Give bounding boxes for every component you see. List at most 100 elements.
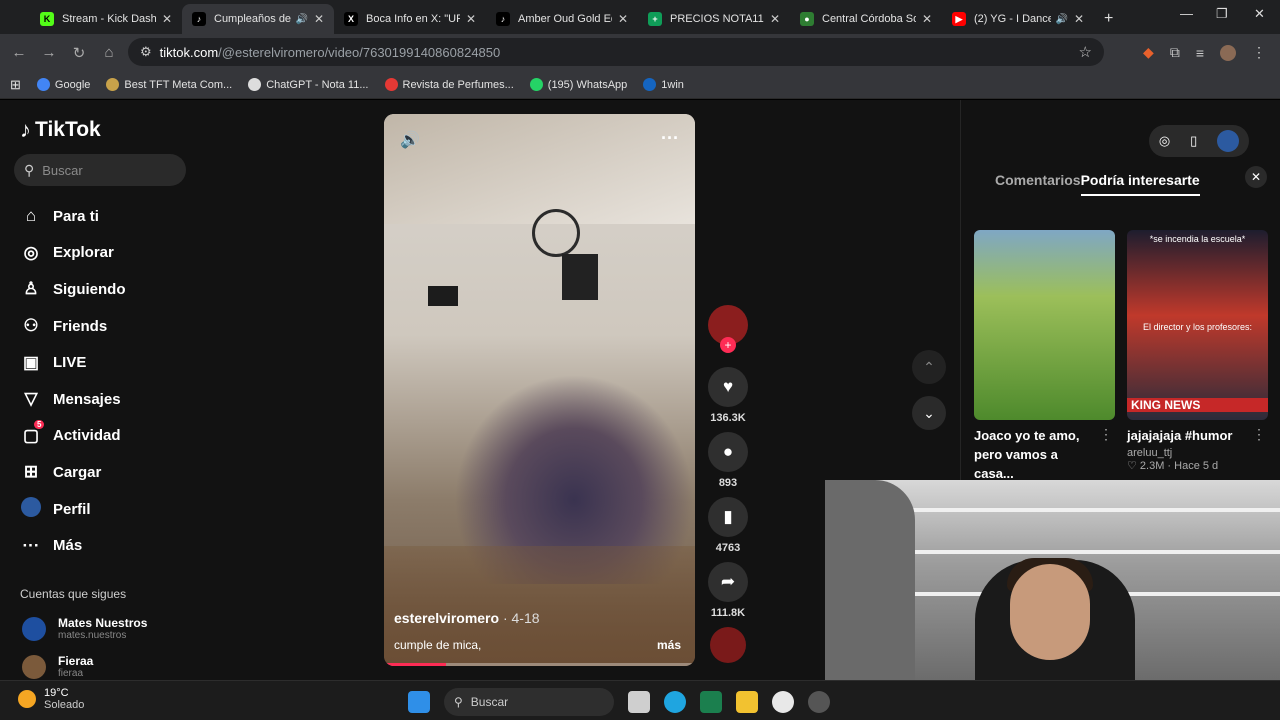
bookmark-item[interactable]: 1win [643, 78, 684, 91]
back-icon[interactable]: ← [4, 44, 34, 61]
next-video-button[interactable]: ⌄ [912, 396, 946, 430]
speaker-icon[interactable]: 🔊 [1055, 14, 1067, 25]
sidebar-item-mas[interactable]: ··· Más [0, 527, 200, 564]
save-button[interactable]: ▮ [708, 497, 748, 537]
reload-icon[interactable]: ↻ [64, 44, 94, 62]
taskbar-search[interactable]: ⚲ Buscar [444, 688, 614, 716]
profile-icon [20, 496, 42, 522]
forward-icon[interactable]: → [34, 44, 64, 61]
profile-avatar-icon[interactable] [1220, 44, 1236, 61]
close-tab-icon[interactable]: ✕ [618, 12, 628, 26]
sidebar-item-siguiendo[interactable]: ♙ Siguiendo [0, 271, 200, 308]
upload-icon: ⊞ [23, 462, 39, 482]
share-button[interactable]: ➦ [708, 562, 748, 602]
card-stats: 2.3M · Hace 5 d [1139, 460, 1219, 472]
tab-podria-interesarte[interactable]: Podría interesarte [1080, 172, 1200, 196]
close-tab-icon[interactable]: ✕ [770, 12, 780, 26]
tft-icon [106, 78, 120, 91]
home-icon: ⌂ [25, 206, 37, 226]
speaker-icon[interactable]: 🔊 [295, 14, 307, 25]
apps-grid-icon[interactable]: ⊞ [10, 77, 21, 93]
sidebar-item-friends[interactable]: ⚇ Friends [0, 308, 200, 345]
bookmark-star-icon[interactable]: ☆ [1079, 43, 1092, 61]
task-view-icon[interactable] [628, 691, 650, 713]
bookmark-item[interactable]: (195) WhatsApp [529, 78, 627, 91]
recommended-video-card[interactable]: Joaco yo te amo, pero vamos a casa... ⋮ … [974, 230, 1115, 497]
browser-tab[interactable]: X Boca Info en X: "URG ✕ [334, 4, 486, 34]
browser-tab[interactable]: + PRECIOS NOTA11 - 2 ✕ [638, 4, 790, 34]
close-tab-icon[interactable]: ✕ [314, 12, 324, 26]
sidebar-item-mensajes[interactable]: ▽ Mensajes [0, 381, 200, 418]
tab-comentarios[interactable]: Comentarios [995, 172, 1081, 196]
browser-tab[interactable]: ♪ Amber Oud Gold Edi ✕ [486, 4, 638, 34]
close-tab-icon[interactable]: ✕ [466, 12, 476, 26]
bookmark-item[interactable]: Revista de Perfumes... [384, 78, 514, 91]
followed-account[interactable]: Mates Nuestros mates.nuestros [22, 616, 147, 641]
video-thumbnail[interactable] [974, 230, 1115, 420]
previous-video-button[interactable]: ⌃ [912, 350, 946, 384]
followed-account[interactable]: Fieraa fieraa [22, 654, 93, 679]
search-input[interactable]: ⚲ Buscar [14, 154, 186, 186]
more-options-icon[interactable]: ··· [661, 128, 679, 149]
close-panel-button[interactable]: ✕ [1245, 166, 1267, 188]
sidebar-item-actividad[interactable]: ▢ 5 Actividad [0, 418, 200, 455]
sidebar-item-live[interactable]: ▣ LIVE [0, 344, 200, 381]
address-bar[interactable]: ⚙ tiktok.com/@esterelviromero/video/7630… [128, 38, 1104, 66]
card-more-icon[interactable]: ⋮ [1099, 426, 1113, 443]
browser-tab[interactable]: ● Central Córdoba SdE ✕ [790, 4, 942, 34]
volume-icon[interactable]: 🔊 [400, 130, 420, 150]
close-tab-icon[interactable]: ✕ [162, 12, 172, 26]
new-tab-button[interactable]: + [1094, 10, 1123, 34]
bookmark-item[interactable]: Google [36, 78, 90, 91]
phone-icon[interactable]: ▯ [1190, 133, 1197, 149]
follow-plus-icon[interactable]: + [720, 337, 736, 353]
video-player[interactable]: 🔊 ··· esterelviromero · 4-18 cumple de m… [384, 114, 695, 666]
weather-widget[interactable]: 19°C Soleado [18, 687, 84, 711]
menu-icon[interactable]: ⋮ [1252, 44, 1266, 61]
minimize-icon[interactable]: — [1180, 6, 1193, 21]
sidebar-item-perfil[interactable]: Perfil [0, 491, 200, 528]
browser-tab[interactable]: ▶ (2) YG - I Dance 🔊 ✕ [942, 4, 1094, 34]
extension-fox-icon[interactable]: ◆ [1143, 44, 1154, 61]
restore-icon[interactable]: ❐ [1216, 6, 1228, 22]
video-author[interactable]: esterelviromero · 4-18 [394, 610, 540, 626]
app-icon[interactable] [808, 691, 830, 713]
card-more-icon[interactable]: ⋮ [1252, 426, 1266, 443]
video-frame-fan [532, 209, 580, 257]
sidebar-item-para-ti[interactable]: ⌂ Para ti [0, 198, 200, 235]
bookmark-item[interactable]: ChatGPT - Nota 11... [248, 78, 369, 91]
bookmark-item[interactable]: Best TFT Meta Com... [106, 78, 232, 91]
home-icon[interactable]: ⌂ [94, 44, 124, 61]
close-tab-icon[interactable]: ✕ [922, 12, 932, 26]
browser-tab-active[interactable]: ♪ Cumpleaños de M 🔊 ✕ [182, 4, 334, 34]
tiktok-logo[interactable]: ♪ TikTok [20, 117, 101, 143]
extensions-icon[interactable]: ⧉ [1170, 44, 1180, 61]
video-thumbnail[interactable]: *se incendia la escuela* El director y l… [1127, 230, 1268, 420]
close-window-icon[interactable]: ✕ [1254, 6, 1265, 22]
recommended-video-card[interactable]: *se incendia la escuela* El director y l… [1127, 230, 1268, 472]
sidebar-item-explorar[interactable]: ◎ Explorar [0, 235, 200, 272]
chrome-icon[interactable] [772, 691, 794, 713]
author-avatar[interactable]: + [708, 305, 748, 353]
compass-icon[interactable]: ◎ [1159, 133, 1170, 149]
like-button[interactable]: ♥ [708, 367, 748, 407]
close-tab-icon[interactable]: ✕ [1074, 12, 1084, 26]
music-disc-icon[interactable] [710, 627, 746, 663]
windows-start-icon[interactable] [408, 691, 430, 713]
media-control-icon[interactable]: ≡ [1196, 45, 1204, 61]
sidebar-item-label: LIVE [53, 354, 87, 372]
more-link[interactable]: más [657, 638, 681, 652]
avatar [22, 654, 46, 679]
sidebar-item-cargar[interactable]: ⊞ Cargar [0, 454, 200, 491]
site-info-icon[interactable]: ⚙ [140, 44, 152, 60]
edge-icon[interactable] [664, 691, 686, 713]
avatar [22, 616, 46, 641]
app-icon[interactable] [700, 691, 722, 713]
profile-avatar-icon[interactable] [1217, 130, 1240, 152]
file-explorer-icon[interactable] [736, 691, 758, 713]
video-progress-bar[interactable] [384, 663, 695, 666]
comment-button[interactable]: ● [708, 432, 748, 472]
tiktok-favicon-icon: ♪ [496, 12, 510, 26]
browser-tab[interactable]: K Stream - Kick Dashbo ✕ [30, 4, 182, 34]
webcam-face [1010, 564, 1090, 660]
